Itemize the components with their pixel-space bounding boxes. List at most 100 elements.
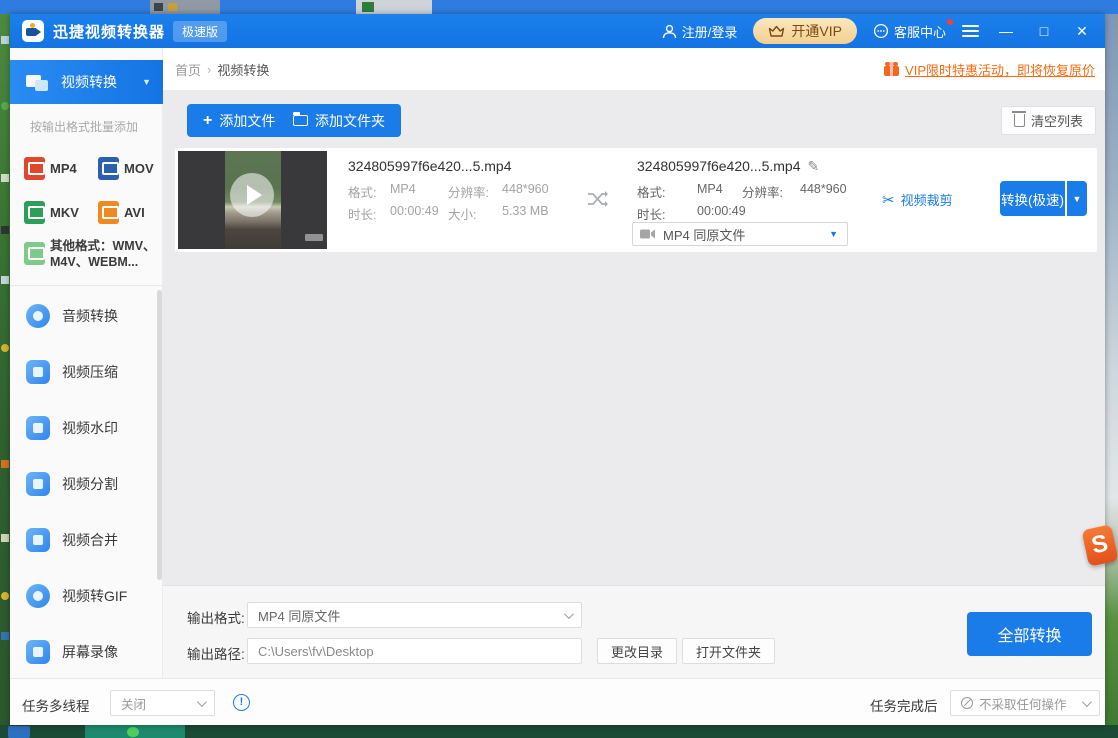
sidebar-item-video-convert[interactable]: 视频转换 ▼ — [10, 60, 163, 104]
change-directory-button[interactable]: 更改目录 — [597, 638, 678, 664]
screen: 迅捷视频转换器 极速版 注册/登录 开通VIP 客服中心 — □ ✕ 视频转换 … — [0, 0, 1118, 738]
convert-options-button[interactable]: ▼ — [1067, 181, 1087, 216]
background-window-fragment — [356, 0, 432, 14]
maximize-button[interactable]: □ — [1033, 14, 1055, 48]
multithread-value: 关闭 — [121, 697, 147, 712]
sidebar-item-video-compress[interactable]: 视频压缩 — [10, 344, 158, 400]
output-format-select[interactable]: MP4 同原文件 — [247, 602, 582, 628]
after-task-label: 任务完成后 — [870, 699, 938, 714]
convert-all-button[interactable]: 全部转换 — [967, 612, 1092, 656]
output-format-value: MP4 同原文件 — [258, 608, 341, 624]
gift-icon — [884, 62, 900, 76]
format-button-mov[interactable]: MOV — [98, 157, 154, 180]
sidebar-active-label: 视频转换 — [61, 74, 117, 90]
chat-icon — [873, 23, 889, 39]
output-settings-panel: 输出格式: MP4 同原文件 输出路径: 更改目录 打开文件夹 全部转换 — [163, 585, 1105, 678]
duration-label: 时长: — [348, 208, 377, 222]
mp4-file-icon — [24, 157, 45, 180]
video-crop-label: 视频裁剪 — [900, 193, 953, 208]
file-row: 324805997f6e420...5.mp4 格式: MP4 分辨率: 448… — [175, 148, 1097, 252]
info-icon[interactable]: ! — [233, 694, 250, 711]
resolution-label: 分辨率: — [742, 186, 783, 200]
format-label: 格式: — [348, 186, 377, 200]
login-label: 注册/登录 — [681, 24, 738, 40]
taskbar[interactable] — [0, 725, 1118, 738]
output-filename-text: 324805997f6e420...5.mp4 — [637, 158, 801, 174]
sidebar-item-label: 视频水印 — [62, 420, 118, 436]
open-folder-button[interactable]: 打开文件夹 — [682, 638, 776, 664]
breadcrumb-current: 视频转换 — [217, 62, 270, 78]
titlebar: 迅捷视频转换器 极速版 注册/登录 开通VIP 客服中心 — □ ✕ — [10, 14, 1105, 48]
breadcrumb-separator: › — [207, 61, 212, 77]
mov-file-icon — [98, 157, 119, 180]
service-center-button[interactable]: 客服中心 — [873, 18, 953, 41]
main-area: 首页 › 视频转换 VIP限时特惠活动，即将恢复原价 + 添加文件 添加文件夹 — [163, 48, 1105, 678]
output-format-label: 输出格式: — [187, 611, 245, 626]
sidebar-scrollbar[interactable] — [157, 290, 162, 580]
sidebar-item-label: 屏幕录像 — [62, 644, 118, 660]
output-preset-dropdown[interactable]: MP4 同原文件 ▼ — [632, 222, 848, 246]
play-icon[interactable] — [230, 173, 274, 217]
video-crop-link[interactable]: ✂ 视频裁剪 — [882, 190, 953, 209]
source-filename: 324805997f6e420...5.mp4 — [348, 158, 512, 174]
menu-icon[interactable] — [962, 25, 979, 37]
desktop-right-strip — [1105, 14, 1118, 725]
sidebar-divider — [10, 285, 163, 286]
content-area: + 添加文件 添加文件夹 清空列表 324805997f6e420...5.mp… — [163, 90, 1105, 678]
taskbar-active-app[interactable] — [85, 725, 185, 738]
pencil-icon[interactable]: ✎ — [807, 158, 819, 174]
convert-button[interactable]: 转换(极速) — [1000, 181, 1065, 216]
login-button[interactable]: 注册/登录 — [662, 22, 738, 41]
multithread-select[interactable]: 关闭 — [110, 690, 215, 716]
video-camera-icon — [640, 229, 655, 239]
format-label: AVI — [124, 205, 145, 220]
format-button-mkv[interactable]: MKV — [24, 201, 79, 224]
avi-file-icon — [98, 201, 119, 224]
batch-add-hint: 按输出格式批量添加 — [29, 120, 138, 134]
format-button-avi[interactable]: AVI — [98, 201, 145, 224]
add-folder-button[interactable]: 添加文件夹 — [277, 104, 401, 137]
format-button-mp4[interactable]: MP4 — [24, 157, 77, 180]
vip-promo-link[interactable]: VIP限时特惠活动，即将恢复原价 — [884, 60, 1095, 79]
open-vip-button[interactable]: 开通VIP — [753, 18, 857, 44]
output-path-input[interactable] — [247, 638, 582, 664]
close-button[interactable]: ✕ — [1071, 14, 1093, 48]
wmv-file-icon — [24, 242, 45, 265]
breadcrumb-home[interactable]: 首页 — [175, 60, 201, 79]
video-convert-icon — [26, 72, 50, 92]
video-thumbnail[interactable] — [178, 151, 327, 249]
minimize-button[interactable]: — — [995, 14, 1017, 48]
taskbar-app-icon[interactable] — [8, 726, 30, 738]
mkv-file-icon — [24, 201, 45, 224]
app-window: 迅捷视频转换器 极速版 注册/登录 开通VIP 客服中心 — □ ✕ 视频转换 … — [10, 14, 1105, 725]
sidebar-item-label: 视频分割 — [62, 476, 118, 492]
sidebar: 视频转换 ▼ 按输出格式批量添加 MP4 MOV MKV AVI 其他格式：WM… — [10, 48, 163, 678]
sidebar-item-label: 视频压缩 — [62, 364, 118, 380]
chevron-down-icon: ▼ — [142, 77, 151, 87]
sidebar-item-video-split[interactable]: 视频分割 — [10, 456, 158, 512]
duration-label: 时长: — [637, 208, 666, 222]
duration-value: 00:00:49 — [697, 204, 746, 218]
chevron-down-icon — [1081, 696, 1092, 707]
shuffle-icon — [588, 191, 608, 207]
format-label: 格式: — [637, 186, 666, 200]
background-window-fragment — [150, 0, 220, 14]
after-task-select[interactable]: 不采取任何操作 — [950, 690, 1100, 716]
clear-list-button[interactable]: 清空列表 — [1000, 106, 1096, 135]
preset-value: MP4 同原文件 — [663, 227, 746, 243]
folder-icon — [293, 112, 308, 126]
sidebar-item-audio-convert[interactable]: 音频转换 — [10, 288, 158, 344]
version-badge: 极速版 — [173, 20, 228, 42]
audio-convert-icon — [26, 304, 50, 328]
sidebar-item-video-merge[interactable]: 视频合并 — [10, 512, 158, 568]
video-compress-icon — [26, 360, 50, 384]
sidebar-item-video-to-gif[interactable]: 视频转GIF — [10, 568, 158, 624]
sidebar-item-video-watermark[interactable]: 视频水印 — [10, 400, 158, 456]
sidebar-item-screen-record[interactable]: 屏幕录像 — [10, 624, 158, 680]
other-formats-line2: M4V、WEBM... — [50, 255, 139, 269]
format-button-other[interactable]: 其他格式：WMV、 M4V、WEBM... — [24, 238, 156, 270]
chevron-down-icon — [196, 696, 207, 707]
no-action-icon — [961, 697, 973, 709]
notification-dot — [947, 18, 953, 25]
add-file-button[interactable]: + 添加文件 — [187, 104, 292, 137]
